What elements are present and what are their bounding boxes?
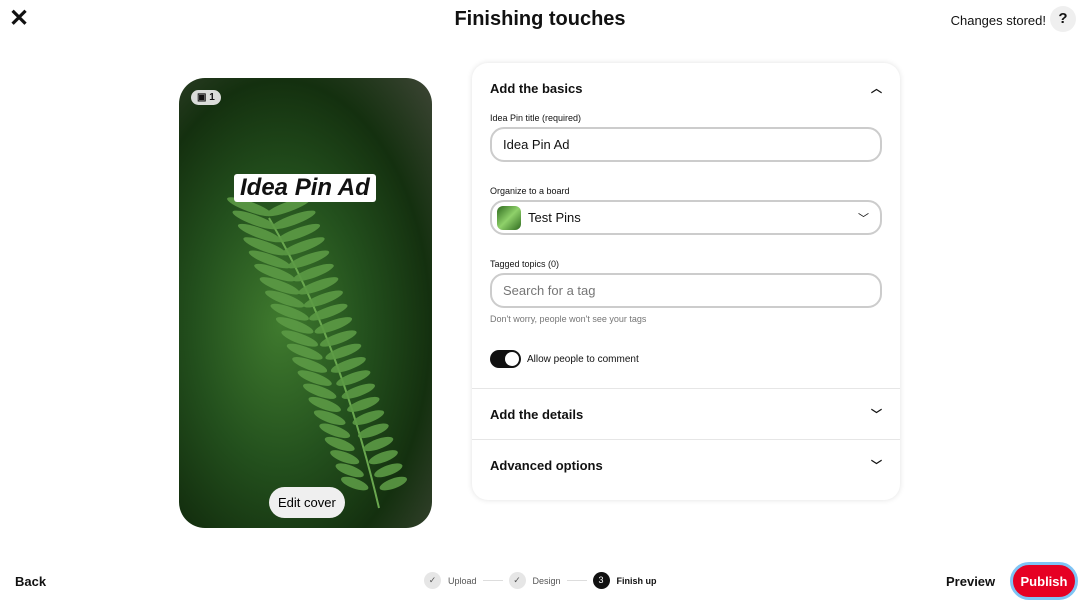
title-input[interactable]: Idea Pin Ad xyxy=(490,127,882,162)
topics-hint: Don't worry, people won't see your tags xyxy=(490,314,647,324)
step-upload: Upload xyxy=(448,575,477,586)
details-panel: Add the basics ︿ Idea Pin title (required… xyxy=(472,63,900,500)
details-section-header[interactable]: Add the details ﹀ xyxy=(472,389,900,439)
check-icon: ✓ xyxy=(424,572,441,589)
preview-button[interactable]: Preview xyxy=(946,574,995,589)
chevron-up-icon: ︿ xyxy=(871,83,882,95)
chevron-down-icon: ﹀ xyxy=(871,460,882,472)
page-count: 1 xyxy=(209,92,215,103)
advanced-section-header[interactable]: Advanced options ﹀ xyxy=(472,440,900,490)
topics-label: Tagged topics (0) xyxy=(490,259,560,269)
pin-title-overlay: Idea Pin Ad xyxy=(234,174,376,202)
title-label: Idea Pin title (required) xyxy=(490,113,582,123)
board-label: Organize to a board xyxy=(490,186,570,196)
page-count-badge: ▣ 1 xyxy=(191,90,221,105)
save-status: Changes stored! xyxy=(950,13,1046,28)
publish-button[interactable]: Publish xyxy=(1010,562,1078,600)
board-value: Test Pins xyxy=(528,210,581,225)
footer: Back ✓ Upload ✓ Design 3 Finish up Preview … xyxy=(0,560,1080,605)
basics-section-header[interactable]: Add the basics ︿ xyxy=(472,63,900,113)
tag-search-input[interactable]: Search for a tag xyxy=(490,273,882,308)
pin-preview: ▣ 1 Idea Pin Ad Edit cover xyxy=(179,78,432,528)
board-select[interactable]: Test Pins ﹀ xyxy=(490,200,882,235)
step-number: 3 xyxy=(592,572,610,589)
check-icon: ✓ xyxy=(508,572,526,589)
comment-toggle[interactable] xyxy=(490,350,521,368)
back-button[interactable]: Back xyxy=(15,574,46,589)
page-title: Finishing touches xyxy=(454,8,626,30)
comment-toggle-label: Allow people to comment xyxy=(527,353,639,365)
help-button[interactable]: ? xyxy=(1050,6,1076,32)
section-title: Add the basics xyxy=(490,80,583,96)
fern-image xyxy=(227,197,407,509)
board-thumbnail xyxy=(497,205,521,230)
chevron-down-icon: ﹀ xyxy=(858,212,869,225)
step-finish: Finish up xyxy=(616,575,657,586)
section-title: Add the details xyxy=(490,406,584,422)
chevron-down-icon: ﹀ xyxy=(871,409,882,421)
progress-steps: ✓ Upload ✓ Design 3 Finish up xyxy=(424,572,657,589)
section-title: Advanced options xyxy=(490,457,603,473)
step-design: Design xyxy=(532,575,561,586)
edit-cover-button[interactable]: Edit cover xyxy=(269,487,345,518)
